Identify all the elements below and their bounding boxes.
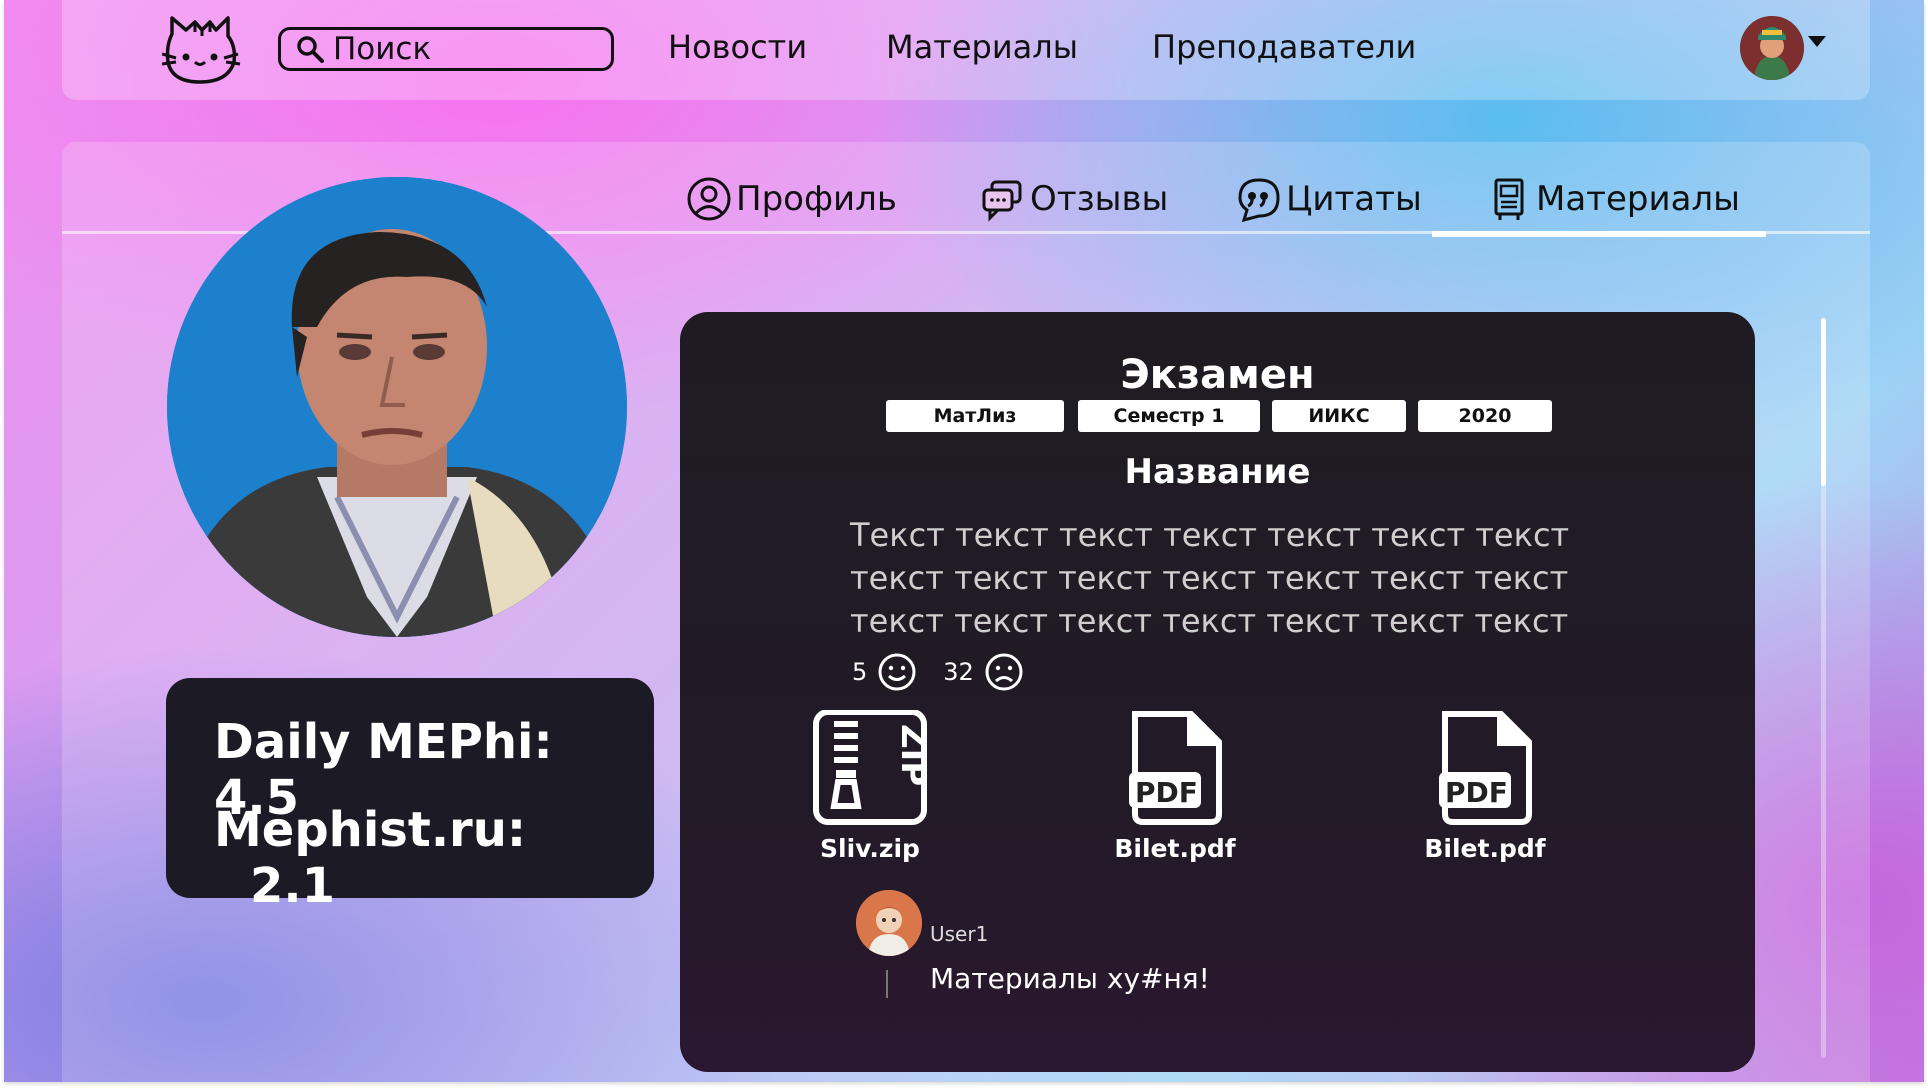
tab-quotes[interactable]: Цитаты <box>1236 176 1422 222</box>
tab-materials[interactable]: Материалы <box>1486 176 1740 222</box>
tag-semester[interactable]: Семестр 1 <box>1078 400 1260 432</box>
tag-subject[interactable]: МатЛиз <box>886 400 1064 432</box>
ratings-card: Daily MEPhi: 4.5 Mephist.ru: 2.1 <box>166 678 654 914</box>
document-icon <box>1494 178 1524 220</box>
search-box[interactable] <box>278 27 614 71</box>
material-description: Текст текст текст текст текст текст текс… <box>850 514 1590 643</box>
tab-reviews-label: Отзывы <box>1030 179 1169 219</box>
comment-text: Материалы ху#ня! <box>930 962 1210 995</box>
file-name: Bilet.pdf <box>1114 834 1236 863</box>
svg-text:ZIP: ZIP <box>893 724 928 786</box>
material-title: Экзамен <box>1120 352 1315 398</box>
mephist-label: Mephist.ru: <box>214 802 527 858</box>
scrollbar-thumb[interactable] <box>1821 318 1826 486</box>
file-item[interactable]: PDF Bilet.pdf <box>1095 710 1255 863</box>
dislikes-count: 32 <box>943 658 974 686</box>
tab-materials-label: Материалы <box>1536 179 1740 219</box>
nav-teachers-link[interactable]: Преподаватели <box>1152 28 1416 66</box>
tab-profile-label: Профиль <box>736 179 897 219</box>
comment-username: User1 <box>930 922 989 946</box>
smile-icon[interactable] <box>877 652 917 692</box>
svg-text:PDF: PDF <box>1135 776 1198 809</box>
comment-avatar[interactable] <box>856 890 922 956</box>
search-icon <box>297 36 324 63</box>
description-line: текст текст текст текст текст текст текс… <box>850 559 1569 597</box>
teacher-portrait-image <box>167 177 627 637</box>
quote-bubble-icon <box>1238 178 1280 222</box>
file-item[interactable]: ZIP Sliv.zip <box>790 710 950 863</box>
teacher-photo <box>167 177 627 637</box>
file-name: Bilet.pdf <box>1424 834 1546 863</box>
user-circle-icon <box>687 177 731 221</box>
daily-mephi-label: Daily MEPhi: <box>214 714 553 770</box>
description-line: Текст текст текст текст текст текст текс… <box>850 516 1570 554</box>
nav-news-link[interactable]: Новости <box>668 28 807 66</box>
search-input[interactable] <box>331 30 595 68</box>
comment-avatar-illustration <box>856 890 922 956</box>
tag-year[interactable]: 2020 <box>1418 400 1552 432</box>
tag-institute[interactable]: ИИКС <box>1272 400 1406 432</box>
mephist-value: 2.1 <box>250 858 336 914</box>
cat-logo-icon[interactable] <box>162 12 248 86</box>
frown-icon[interactable] <box>984 652 1024 692</box>
user-avatar[interactable] <box>1740 16 1804 80</box>
pdf-file-icon: PDF <box>1439 711 1532 825</box>
tab-reviews[interactable]: Отзывы <box>980 176 1168 222</box>
tab-profile[interactable]: Профиль <box>686 176 897 222</box>
tab-quotes-label: Цитаты <box>1286 179 1422 219</box>
description-line: текст текст текст текст текст текст текс… <box>850 602 1569 640</box>
material-card: Экзамен МатЛиз Семестр 1 ИИКС 2020 Назва… <box>680 312 1755 1072</box>
svg-text:PDF: PDF <box>1445 776 1508 809</box>
avatar-illustration <box>1740 16 1804 80</box>
votes-row: 5 32 <box>852 652 1050 692</box>
comment-thread-line <box>886 970 888 998</box>
zip-file-icon: ZIP <box>813 710 928 825</box>
likes-count: 5 <box>852 658 868 686</box>
nav-materials-link[interactable]: Материалы <box>886 28 1078 66</box>
chevron-down-icon[interactable] <box>1808 36 1826 47</box>
file-item[interactable]: PDF Bilet.pdf <box>1405 710 1565 863</box>
active-tab-indicator <box>1432 231 1766 237</box>
material-name: Название <box>1124 452 1311 492</box>
pdf-file-icon: PDF <box>1129 711 1222 825</box>
mephist-rating: Mephist.ru: 2.1 <box>214 802 654 914</box>
chat-bubbles-icon <box>982 180 1022 222</box>
file-name: Sliv.zip <box>820 834 920 863</box>
